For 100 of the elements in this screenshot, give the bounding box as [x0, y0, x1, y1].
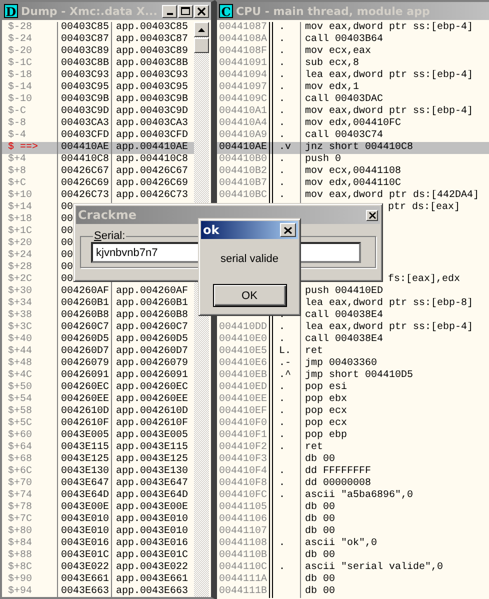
jump-mark: .	[279, 82, 286, 93]
instruction-cell-text: mov edx,0044110C	[304, 178, 402, 190]
address-cell: 004410A1	[219, 106, 268, 117]
address-cell: 004410EB	[219, 370, 268, 381]
address-cell: 0044111A	[219, 574, 268, 585]
address-cell: 004410B0	[219, 154, 268, 165]
offset-cell: $+C	[2, 178, 58, 190]
address-cell: 0043E022	[58, 562, 112, 574]
address-cell: 0043E005	[58, 430, 112, 442]
address-cell: 004410EF	[219, 406, 268, 417]
value-cell-text: app.004260AF	[115, 286, 188, 298]
offset-cell: $+74	[2, 490, 58, 502]
address-cell: 0043E125	[58, 454, 112, 466]
instruction-cell-text: pop ecx	[304, 406, 348, 418]
value-cell-text: app.0043E01C	[115, 550, 188, 562]
jump-mark: .	[279, 22, 286, 33]
jump-mark: .	[279, 490, 286, 501]
address-cell: 004260AF	[58, 286, 112, 298]
address-cell: 0043E115	[58, 442, 112, 454]
instruction-cell-text: mov edx,004410FC	[304, 118, 402, 130]
address-cell: 004410AE	[58, 142, 112, 154]
instruction-cell-text: push 0	[304, 154, 342, 166]
offset-cell: $+8C	[2, 562, 58, 574]
offset-cell: $+10	[2, 190, 58, 202]
offset-cell: $-1C	[2, 58, 58, 70]
value-cell-text: app.0043E010	[115, 514, 188, 526]
offset-cell: $+64	[2, 442, 58, 454]
offset-cell: $+30	[2, 286, 58, 298]
value-cell-text: app.0043E125	[115, 454, 188, 466]
value-cell-text: app.004260B1	[115, 298, 188, 310]
offset-cell: $+28	[2, 262, 58, 274]
value-cell-text: app.0043E010	[115, 526, 188, 538]
address-cell: 0043E010	[58, 526, 112, 538]
jump-mark: .	[279, 334, 286, 345]
jump-mark: .	[279, 106, 286, 117]
address-cell: 0042610D	[58, 406, 112, 418]
address-cell: 00441087	[219, 22, 268, 33]
jump-mark: L.	[279, 346, 292, 357]
offset-cell: $+8	[2, 166, 58, 178]
jump-mark: .	[279, 406, 286, 417]
instruction-cell-text: lea eax,dword ptr ss:[ebp-4]	[304, 322, 474, 334]
offset-cell: $+48	[2, 358, 58, 370]
instruction-cell-text: mov eax,dword ptr ss:[ebp-4]	[304, 106, 474, 118]
address-cell: 00403C93	[58, 70, 112, 82]
address-cell: 00426079	[58, 358, 112, 370]
value-cell-text: app.0042610D	[115, 406, 188, 418]
instruction-cell-text: pop ebx	[304, 394, 348, 406]
value-cell-text: app.00403C89	[115, 46, 188, 58]
offset-cell: $ ==>	[2, 142, 58, 154]
address-cell: 0043E00E	[58, 502, 112, 514]
instruction-cell-text: pop esi	[304, 382, 348, 394]
address-cell: 0043E016	[58, 538, 112, 550]
address-cell: 0044110C	[219, 562, 268, 573]
instruction-cell-text: call 00403DAC	[304, 94, 384, 106]
address-cell: 00426C69	[58, 178, 112, 190]
instruction-cell-text: call 004038E4	[304, 310, 384, 322]
dialog-title: ok	[203, 223, 220, 237]
jump-mark: .	[279, 478, 286, 489]
jump-mark: .	[279, 46, 286, 57]
value-cell-text: app.00403C9D	[115, 106, 188, 118]
address-cell: 004410B7	[219, 178, 268, 189]
instruction-cell-text: dd FFFFFFFF	[304, 466, 372, 478]
address-cell: 004410F4	[219, 466, 268, 477]
value-cell-text: app.0042610F	[115, 418, 188, 430]
instruction-cell-text: lea eax,dword ptr ss:[ebp-4]	[304, 70, 474, 82]
address-cell: 004410ED	[219, 382, 268, 393]
instruction-cell: fs:[eax],edx	[388, 274, 460, 285]
offset-cell: $+90	[2, 574, 58, 586]
value-cell-text: app.00403CA3	[115, 118, 188, 130]
offset-cell: $+78	[2, 502, 58, 514]
instruction-cell-text: call 004038E4	[304, 334, 384, 346]
value-cell-text: app.004410AE	[115, 142, 188, 154]
offset-cell: $+38	[2, 310, 58, 322]
instruction-cell-text: db 00	[304, 574, 336, 586]
address-cell: 004410F0	[219, 418, 268, 429]
jump-mark: .	[279, 442, 286, 453]
instruction-cell-text: mov edx,1	[304, 82, 360, 94]
instruction-cell-text: pop ebp	[304, 430, 348, 442]
offset-cell: $+24	[2, 250, 58, 262]
value-cell-text: app.0043E663	[115, 586, 188, 597]
jump-mark: .	[279, 382, 286, 393]
instruction-cell-text: dd 00000008	[304, 478, 372, 490]
instruction-cell-text: sub ecx,8	[304, 58, 360, 70]
jump-mark: .	[279, 430, 286, 441]
instruction-cell-text: lea eax,dword ptr ss:[ebp-8]	[304, 298, 474, 310]
value-cell-text: app.0043E64D	[115, 490, 188, 502]
value-cell-text: app.00426091	[115, 370, 188, 382]
value-cell-text: app.0043E016	[115, 538, 188, 550]
address-cell: 00403C89	[58, 46, 112, 58]
address-cell: 0043E010	[58, 514, 112, 526]
offset-cell: $+68	[2, 454, 58, 466]
offset-cell: $+80	[2, 526, 58, 538]
value-cell-text: app.00403C85	[115, 22, 188, 34]
jump-mark: .-	[279, 358, 292, 369]
offset-cell: $-C	[2, 106, 58, 118]
offset-cell: $+40	[2, 334, 58, 346]
instruction-cell-text: call 00403C74	[304, 130, 384, 142]
offset-cell: $+2C	[2, 274, 58, 286]
jump-mark: .v	[279, 142, 292, 153]
jump-mark: .	[279, 130, 286, 141]
